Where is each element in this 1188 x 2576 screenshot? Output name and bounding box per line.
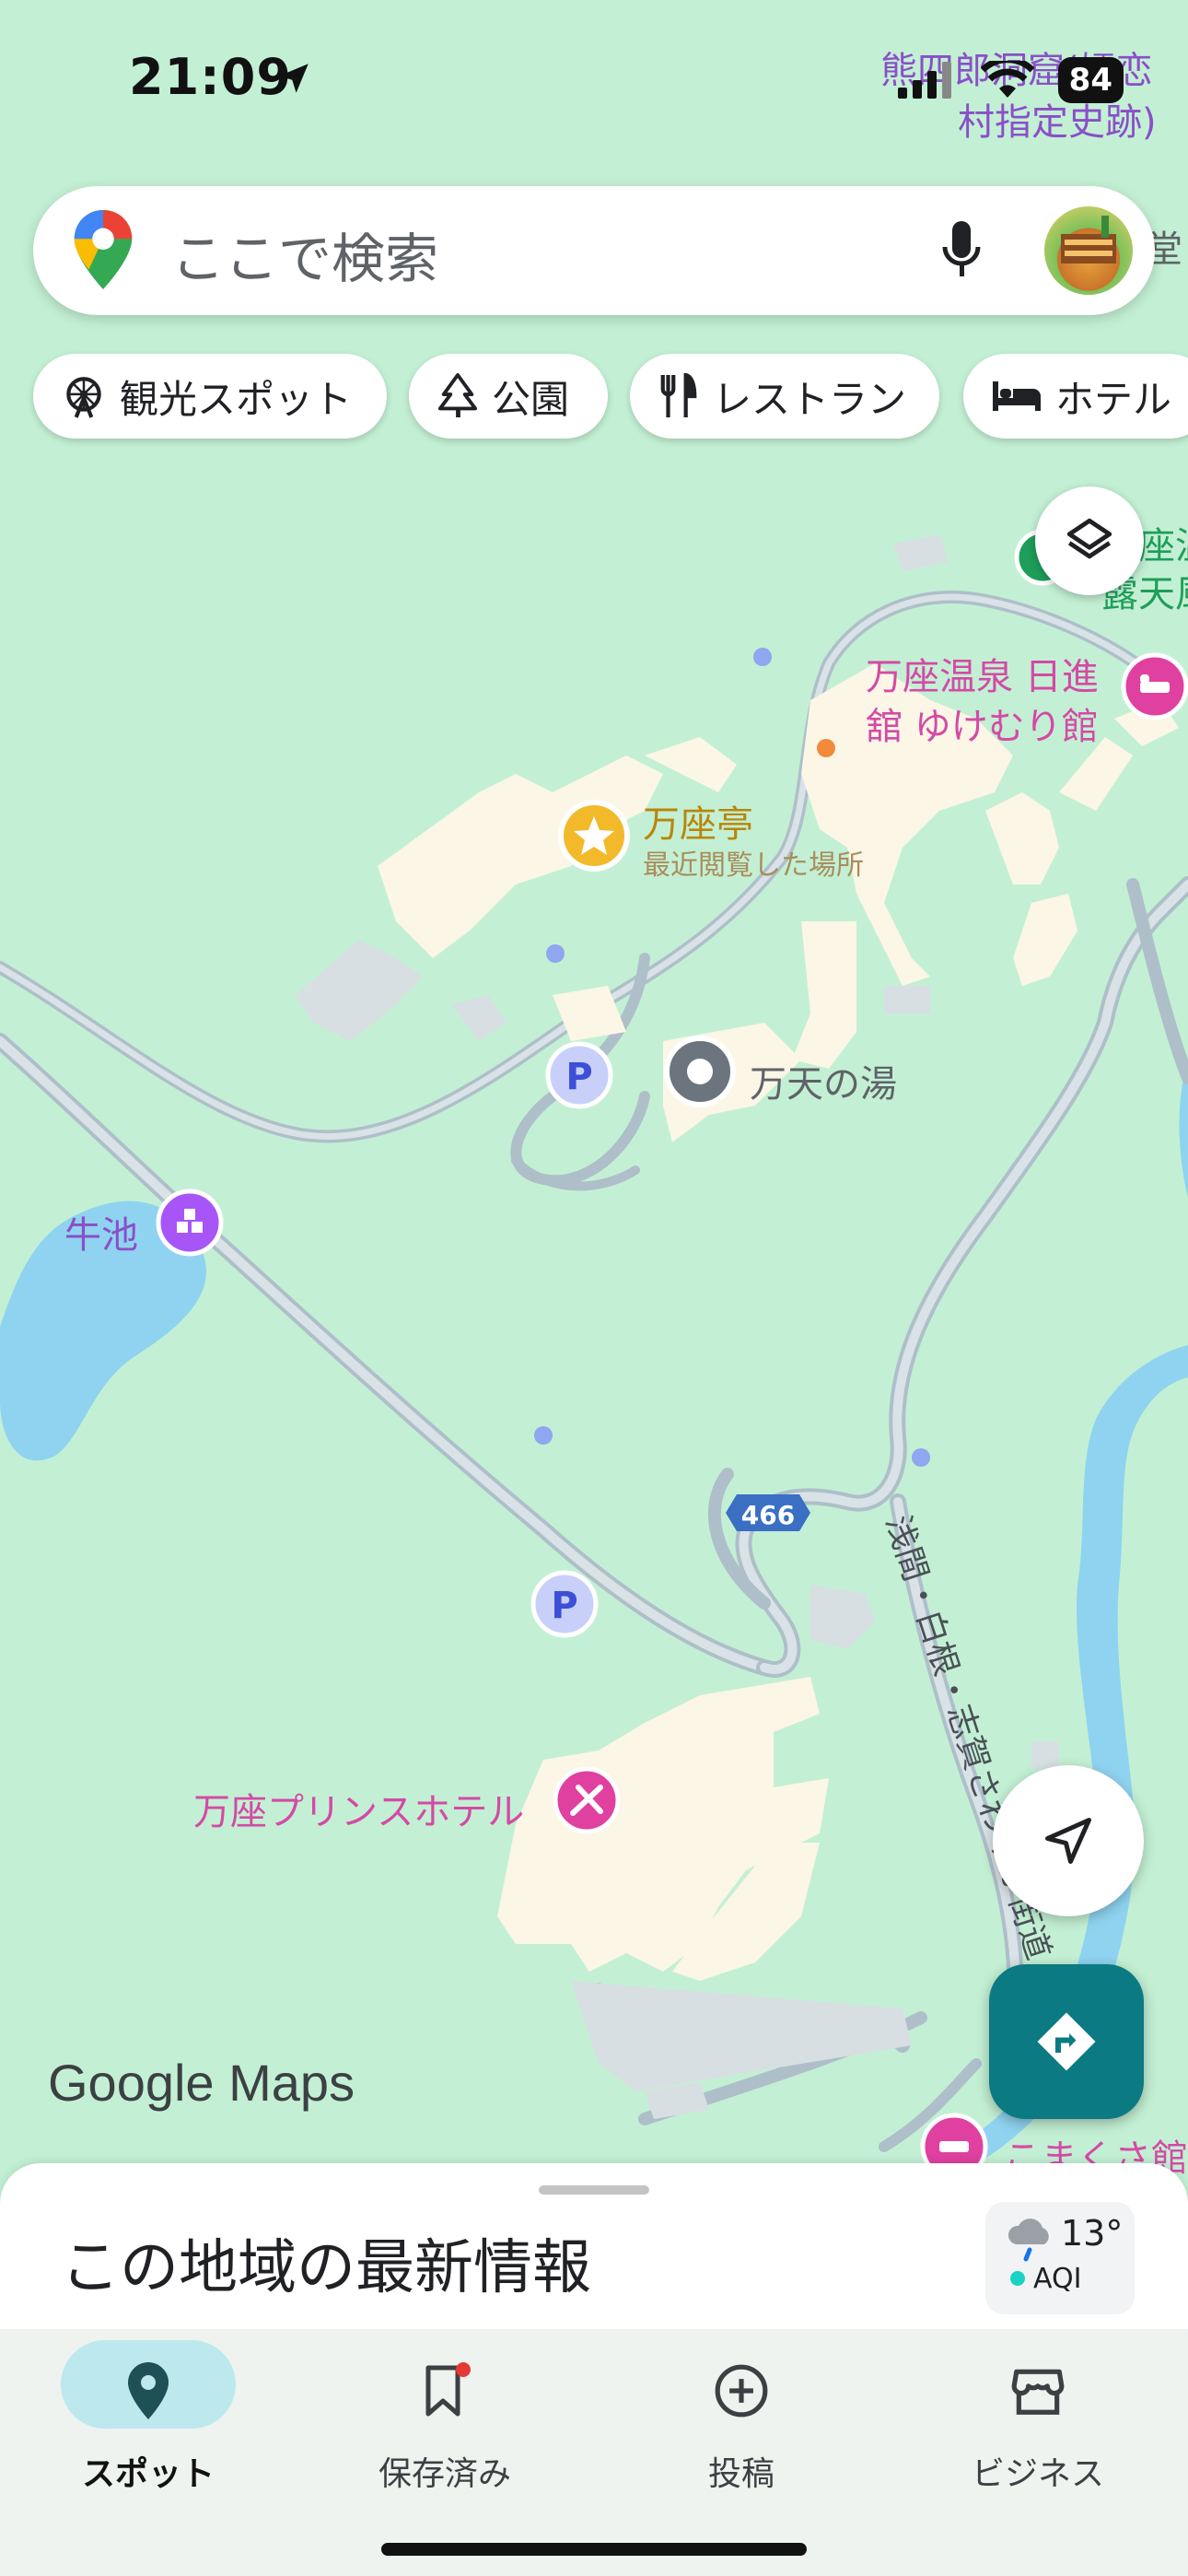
plus-circle-icon: [715, 2364, 768, 2418]
avatar[interactable]: [1044, 206, 1133, 295]
search-bar[interactable]: ここで検索: [33, 186, 1155, 315]
temperature: 13°: [1061, 2213, 1124, 2254]
route-number: 466: [741, 1500, 795, 1530]
label-recently-viewed: 最近閲覧した場所: [643, 849, 864, 882]
chip-restaurants[interactable]: レストラン: [630, 354, 939, 439]
chip-label: 公園: [492, 376, 570, 422]
ferris-wheel-icon: [66, 377, 101, 418]
nav-label: スポット: [81, 2455, 215, 2493]
avatar-image: [1061, 216, 1116, 263]
directions-button[interactable]: [989, 1964, 1144, 2119]
poi-manten-marker: [664, 1036, 736, 1107]
label-nisshinkan-1[interactable]: 万座温泉 日進: [866, 647, 1099, 700]
layers-icon: [1066, 518, 1112, 559]
home-indicator: [381, 2543, 807, 2556]
navigation-arrow-icon: [1045, 1818, 1091, 1864]
nav-business[interactable]: ビジネス: [890, 2329, 1186, 2513]
chip-label: ホテル: [1055, 376, 1172, 422]
chip-label: 観光スポット: [120, 376, 353, 422]
label-manten[interactable]: 万天の湯: [750, 1054, 897, 1107]
tree-icon: [437, 373, 478, 417]
cellular-signal-icon: [897, 62, 951, 99]
chip-label: レストラン: [713, 376, 907, 422]
fork-knife-icon: [660, 373, 697, 417]
status-icons: 84: [897, 57, 1124, 103]
location-pin-icon: [128, 2362, 169, 2419]
status-time: 21:09: [129, 48, 292, 106]
sheet-title: この地域の最新情報: [61, 2234, 591, 2302]
parking-p-1: P: [565, 1056, 592, 1098]
bed-icon: [993, 381, 1041, 411]
label-za-top[interactable]: 座温: [1138, 516, 1188, 569]
nav-contribute[interactable]: 投稿: [593, 2329, 890, 2513]
nav-label: ビジネス: [971, 2455, 1104, 2493]
chip-hotels[interactable]: ホテル: [963, 354, 1188, 439]
aqi-label: AQI: [1033, 2263, 1082, 2295]
nav-saved[interactable]: 保存済み: [297, 2329, 593, 2513]
parking-marker-1: P: [545, 1041, 613, 1109]
my-location-button[interactable]: [993, 1765, 1144, 1916]
bottom-navigation: スポット 保存済み 投稿 ビジネス: [0, 2329, 1188, 2576]
nav-label: 保存済み: [378, 2455, 511, 2493]
label-prince-hotel[interactable]: 万座プリンスホテル: [193, 1782, 524, 1835]
nav-label: 投稿: [707, 2455, 775, 2493]
storefront-icon: [1011, 2369, 1065, 2415]
microphone-icon[interactable]: [939, 217, 984, 284]
search-input[interactable]: ここで検索: [171, 216, 438, 293]
bottom-sheet[interactable]: この地域の最新情報 13° AQI: [0, 2163, 1188, 2329]
poi-nisshinkan-marker: [1121, 652, 1188, 720]
sheet-drag-handle[interactable]: [539, 2185, 649, 2195]
layers-button[interactable]: [1035, 486, 1144, 595]
directions-icon: [1037, 2012, 1096, 2071]
aqi-dot-icon: [1010, 2271, 1025, 2286]
poi-ushiike-marker: [156, 1188, 224, 1257]
label-nisshinkan-2[interactable]: 舘 ゆけむり館: [866, 697, 1099, 750]
parking-marker-2: P: [530, 1570, 599, 1638]
route-466-shield: 466: [726, 1494, 810, 1531]
label-manzatei[interactable]: 万座亭: [643, 794, 753, 848]
chip-sightseeing[interactable]: 観光スポット: [33, 354, 387, 439]
poi-prince-hotel-marker: [553, 1766, 621, 1834]
google-maps-logo: Google Maps: [48, 2054, 355, 2112]
nav-explore[interactable]: スポット: [0, 2329, 297, 2513]
poi-manzatei-marker: [558, 800, 630, 872]
chip-parks[interactable]: 公園: [409, 354, 608, 439]
weather-widget[interactable]: 13° AQI: [985, 2202, 1135, 2314]
google-maps-pin-icon: [74, 210, 133, 289]
bookmark-icon: [425, 2362, 471, 2417]
wifi-icon: [980, 61, 1034, 98]
label-ushiike[interactable]: 牛池: [64, 1205, 138, 1259]
battery-level: 84: [1057, 57, 1124, 103]
location-arrow-icon: [279, 64, 309, 93]
parking-p-2: P: [551, 1585, 577, 1627]
cloud-rain-icon: [1007, 2219, 1049, 2262]
